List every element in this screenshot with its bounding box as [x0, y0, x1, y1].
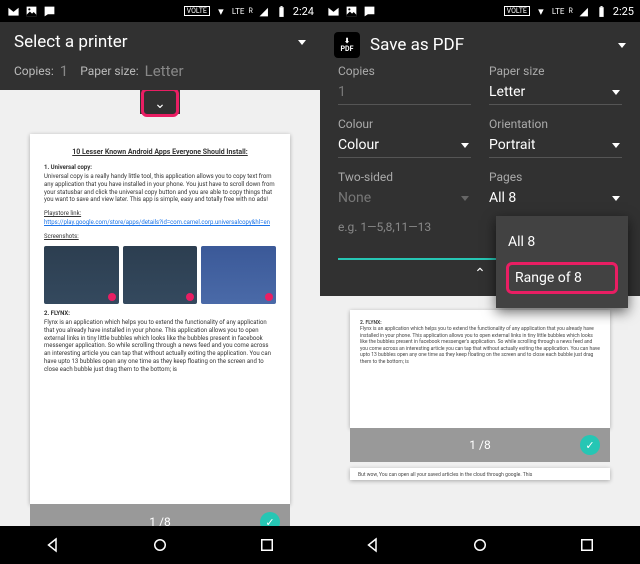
expand-button[interactable]: ⌄	[140, 90, 180, 114]
papersize-label: Paper size	[489, 64, 622, 78]
page-preview[interactable]: 10 Lesser Known Android Apps Everyone Sh…	[30, 134, 290, 504]
colour-select[interactable]: Colour	[338, 133, 471, 158]
print-header: Select a printer Copies: 1 Paper size: L…	[0, 22, 320, 90]
playstore-link: https://play.google.com/store/apps/detai…	[44, 219, 270, 226]
colour-label: Colour	[338, 117, 471, 131]
battery-icon	[275, 4, 289, 18]
pages-popup: All 8 Range of 8	[496, 216, 628, 308]
sec2-body: Flynx is an application which helps you …	[360, 326, 600, 365]
sec2-head: 2. FLYNX:	[44, 310, 70, 317]
chevron-down-icon[interactable]	[618, 43, 626, 48]
image-icon	[24, 4, 38, 18]
network-label: LTE	[552, 7, 565, 16]
papersize-label: Paper size:	[80, 64, 138, 78]
roaming-label: R	[568, 7, 572, 15]
chevron-down-icon[interactable]	[298, 40, 306, 45]
next-page-peek: But wow, You can open all your saved art…	[350, 468, 610, 480]
sec1-head: 1. Universal copy:	[44, 164, 92, 171]
screen-print: VOLTE ▾ LTE R ◢ 2:24 Select a printer Co…	[0, 0, 320, 564]
screenshots-label: Screenshots:	[44, 233, 276, 240]
twosided-label: Two-sided	[338, 170, 471, 184]
status-bar: VOLTE ▾ LTE R ◢ 2:25	[320, 0, 640, 22]
back-button[interactable]	[44, 536, 62, 554]
destination-select[interactable]: Save as PDF	[370, 35, 608, 55]
copies-value[interactable]: 1	[60, 62, 68, 80]
chevron-down-icon	[612, 90, 620, 95]
pages-option-range[interactable]: Range of 8	[506, 262, 618, 294]
volte-badge: VOLTE	[504, 6, 530, 16]
orientation-select[interactable]: Portrait	[489, 133, 622, 158]
gmail-icon	[326, 4, 340, 18]
volte-badge: VOLTE	[184, 6, 210, 16]
page-indicator-bar: 1 /8 ✓	[350, 428, 610, 462]
print-preview: 2. FLYNX: Flynx is an application which …	[320, 296, 640, 428]
chevron-up-icon: ⌃	[474, 266, 486, 282]
orientation-label: Orientation	[489, 117, 622, 131]
page-indicator: 1 /8	[469, 438, 490, 452]
wifi-icon: ▾	[214, 4, 228, 18]
clock: 2:24	[293, 5, 314, 18]
recents-button[interactable]	[578, 536, 596, 554]
copies-field[interactable]: 1	[338, 80, 471, 105]
image-icon	[344, 4, 358, 18]
clock: 2:25	[613, 5, 634, 18]
chevron-down-icon	[461, 143, 469, 148]
screenshot-thumb	[44, 246, 119, 304]
doc-title: 10 Lesser Known Android Apps Everyone Sh…	[44, 148, 276, 156]
signal-icon: ◢	[577, 4, 591, 18]
gmail-icon	[6, 4, 20, 18]
screen-pdf: VOLTE ▾ LTE R ◢ 2:25 ⬇PDF Save as PDF Co…	[320, 0, 640, 564]
chevron-down-icon	[612, 143, 620, 148]
link-label: Playstore link:	[44, 210, 81, 217]
print-preview: 10 Lesser Known Android Apps Everyone Sh…	[0, 114, 320, 504]
chevron-down-icon: ⌄	[154, 96, 166, 112]
copies-label: Copies:	[14, 64, 54, 78]
home-button[interactable]	[151, 536, 169, 554]
battery-icon	[595, 4, 609, 18]
nav-bar	[0, 526, 320, 564]
copies-label: Copies	[338, 64, 471, 78]
chevron-down-icon	[461, 196, 469, 201]
pdf-header: ⬇PDF Save as PDF	[320, 22, 640, 64]
sec2-body: Flynx is an application which helps you …	[44, 319, 276, 374]
chevron-down-icon	[612, 196, 620, 201]
msg-icon	[362, 4, 376, 18]
papersize-value[interactable]: Letter	[145, 62, 184, 80]
papersize-select[interactable]: Letter	[489, 80, 622, 105]
pages-select[interactable]: All 8	[489, 186, 622, 210]
status-bar: VOLTE ▾ LTE R ◢ 2:24	[0, 0, 320, 22]
home-button[interactable]	[471, 536, 489, 554]
wifi-icon: ▾	[534, 4, 548, 18]
sec1-body: Universal copy is a really handy little …	[44, 173, 276, 204]
msg-icon	[42, 4, 56, 18]
pages-label: Pages	[489, 170, 622, 184]
nav-bar	[320, 526, 640, 564]
screenshot-thumb	[201, 246, 276, 304]
pages-option-all[interactable]: All 8	[496, 226, 628, 258]
printer-select[interactable]: Select a printer	[14, 32, 288, 52]
check-icon[interactable]: ✓	[580, 435, 600, 455]
pdf-icon: ⬇PDF	[334, 32, 360, 58]
roaming-label: R	[248, 7, 252, 15]
signal-icon: ◢	[257, 4, 271, 18]
page-preview[interactable]: 2. FLYNX: Flynx is an application which …	[350, 310, 610, 428]
network-label: LTE	[232, 7, 245, 16]
screenshot-thumb	[123, 246, 198, 304]
twosided-select[interactable]: None	[338, 186, 471, 210]
recents-button[interactable]	[258, 536, 276, 554]
screenshot-row	[44, 246, 276, 304]
back-button[interactable]	[364, 536, 382, 554]
